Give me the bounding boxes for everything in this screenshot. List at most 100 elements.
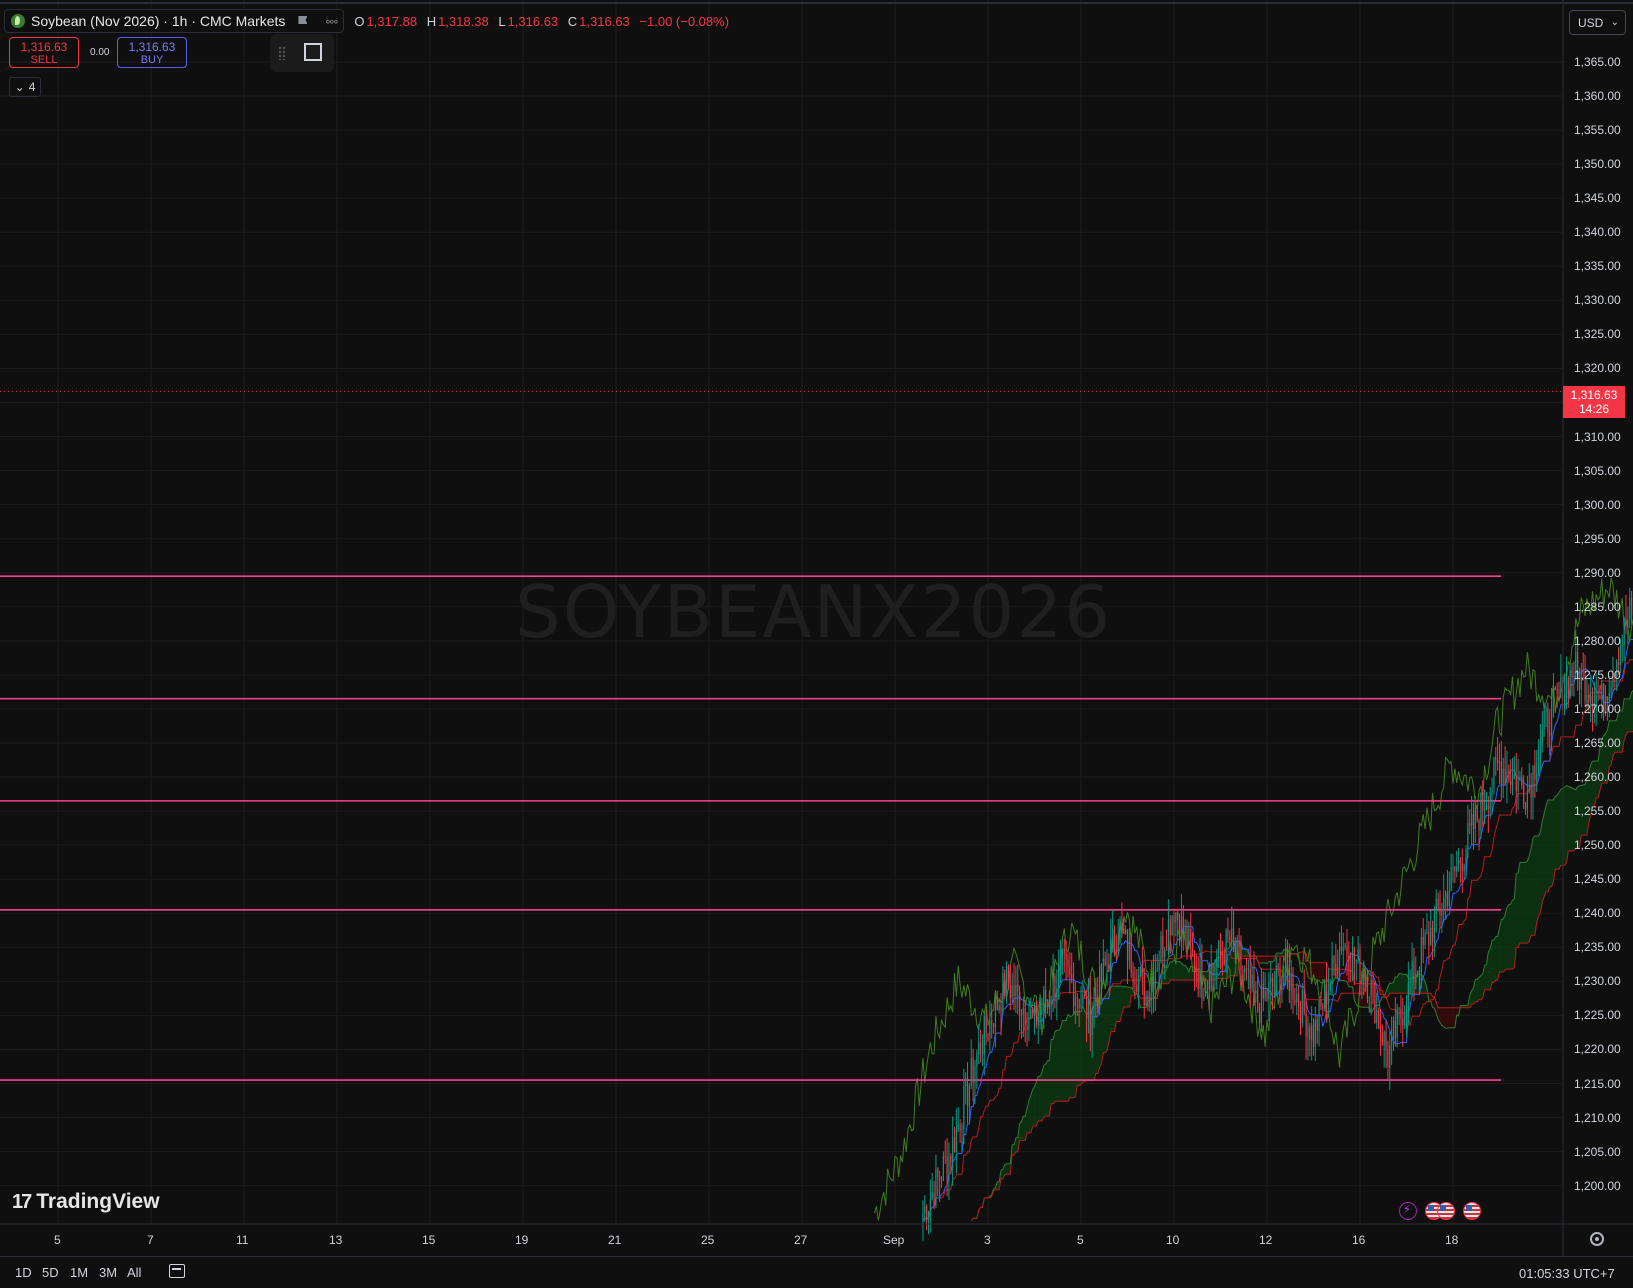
candle-body [924, 1206, 925, 1213]
cloud-segment [1524, 862, 1526, 943]
cloud-segment [1051, 1039, 1053, 1103]
ichimoku-cloud [971, 323, 1633, 1221]
candle-body [1125, 930, 1126, 934]
candle-body [973, 1058, 974, 1083]
price-tick-label: 1,240.00 [1574, 906, 1621, 920]
candle-body [1051, 1000, 1052, 1003]
candle-body [1477, 808, 1478, 821]
candle-body [1229, 937, 1230, 941]
cloud-segment [1626, 699, 1628, 735]
candle-body [1454, 867, 1455, 871]
candle-body [1495, 758, 1496, 760]
candle-body [1586, 694, 1587, 701]
candle-body [1599, 696, 1600, 698]
candle-body [1341, 947, 1342, 950]
symbol-legend: Soybean (Nov 2026) · 1h · CMC Markets ◦◦… [4, 10, 729, 32]
candle-body [961, 1129, 962, 1131]
candle-body [1073, 981, 1074, 1006]
candle-body [1043, 990, 1044, 1010]
candle-body [1199, 961, 1200, 989]
candle-body [1194, 951, 1195, 971]
cloud-segment [1546, 800, 1548, 892]
spread-value: 0.00 [90, 47, 109, 58]
candle-body [1198, 972, 1199, 989]
cloud-segment [1442, 1008, 1444, 1027]
price-tick-label: 1,220.00 [1574, 1042, 1621, 1056]
candle-body [1417, 971, 1418, 974]
cloud-segment [1496, 937, 1498, 980]
time-tick-label: 13 [329, 1233, 342, 1247]
range-1d-button[interactable]: 1D [15, 1265, 32, 1280]
range-5d-button[interactable]: 5D [42, 1265, 59, 1280]
candle-body [922, 1213, 923, 1220]
candle-body [1077, 997, 1078, 999]
cloud-segment [1479, 976, 1481, 1000]
candle-body [1387, 1049, 1388, 1067]
range-all-button[interactable]: All [127, 1265, 141, 1280]
candle-body [1503, 769, 1504, 784]
candle-body [1441, 911, 1442, 916]
clock[interactable]: 01:05:33 UTC+7 [1519, 1266, 1615, 1281]
cloud-segment [1317, 963, 1319, 981]
drag-handle-icon[interactable] [278, 46, 286, 60]
range-1m-button[interactable]: 1M [70, 1265, 88, 1280]
cloud-segment [1522, 862, 1524, 943]
candle-body [939, 1177, 940, 1180]
us-event-icon[interactable] [1463, 1202, 1481, 1220]
brand-name: TradingView [36, 1190, 159, 1214]
price-tick-label: 1,355.00 [1574, 123, 1621, 137]
candle-body [1597, 695, 1598, 696]
candle-body [1181, 916, 1182, 942]
candle-body [1252, 975, 1253, 989]
symbol-title-box[interactable]: Soybean (Nov 2026) · 1h · CMC Markets ◦◦… [4, 9, 344, 33]
cloud-segment [1559, 789, 1561, 869]
ohlc-values: O1,317.88 H1,318.38 L1,316.63 C1,316.63 … [348, 14, 729, 29]
bar-countdown: 14:26 [1579, 402, 1609, 416]
cloud-segment [1042, 1065, 1044, 1121]
symbol-title[interactable]: Soybean (Nov 2026) · 1h · CMC Markets [31, 13, 285, 29]
candle-body [974, 1066, 975, 1082]
cloud-segment [1451, 1008, 1453, 1028]
flag-icon[interactable] [297, 15, 309, 27]
candle-body [1493, 758, 1494, 788]
candle-body [1514, 775, 1515, 776]
buy-button[interactable]: 1,316.63 BUY [117, 37, 187, 68]
candle-body [1624, 618, 1625, 645]
cloud-segment [1038, 1076, 1040, 1121]
currency-select[interactable]: USD ⌄ [1569, 10, 1626, 35]
cloud-segment [1628, 699, 1630, 732]
us-event-icon[interactable] [1437, 1202, 1455, 1220]
range-3m-button[interactable]: 3M [99, 1265, 117, 1280]
cloud-segment [1511, 900, 1513, 969]
cloud-segment [1007, 1164, 1009, 1174]
tradingview-logo[interactable]: 17 TradingView [12, 1190, 160, 1214]
candle-body [963, 1086, 964, 1129]
rectangle-tool-icon[interactable] [304, 43, 322, 61]
cloud-segment [1126, 986, 1128, 1007]
candle-body [1067, 959, 1068, 967]
chart-window: SOYBEANX2026 Soybean (Nov 2026) · 1h · C… [0, 0, 1633, 1287]
candle-body [1205, 989, 1206, 997]
candle-body [1138, 975, 1139, 992]
flash-event-icon[interactable] [1399, 1202, 1417, 1220]
candle-body [1369, 997, 1370, 998]
candle-body [1553, 688, 1554, 698]
candle-body [937, 1169, 938, 1177]
gear-icon[interactable] [1590, 1232, 1604, 1246]
candle-body [1216, 958, 1217, 967]
chevron-down-icon: ⌄ [15, 80, 25, 94]
candle-body [1430, 928, 1431, 945]
cloud-segment [1531, 838, 1533, 935]
candle-body [1406, 1012, 1407, 1015]
candle-body [1560, 677, 1561, 695]
calendar-icon[interactable] [169, 1264, 185, 1278]
sell-button[interactable]: 1,316.63 SELL [9, 37, 79, 68]
cloud-segment [1271, 956, 1273, 962]
candle-body [1162, 936, 1163, 957]
candle-body [1196, 971, 1197, 972]
candle-body [1006, 966, 1007, 997]
indicators-collapse-button[interactable]: ⌄ 4 [9, 77, 41, 97]
candle-body [1452, 867, 1453, 868]
cloud-segment [1550, 800, 1552, 887]
more-options-icon[interactable]: ◦◦◦ [325, 13, 337, 29]
